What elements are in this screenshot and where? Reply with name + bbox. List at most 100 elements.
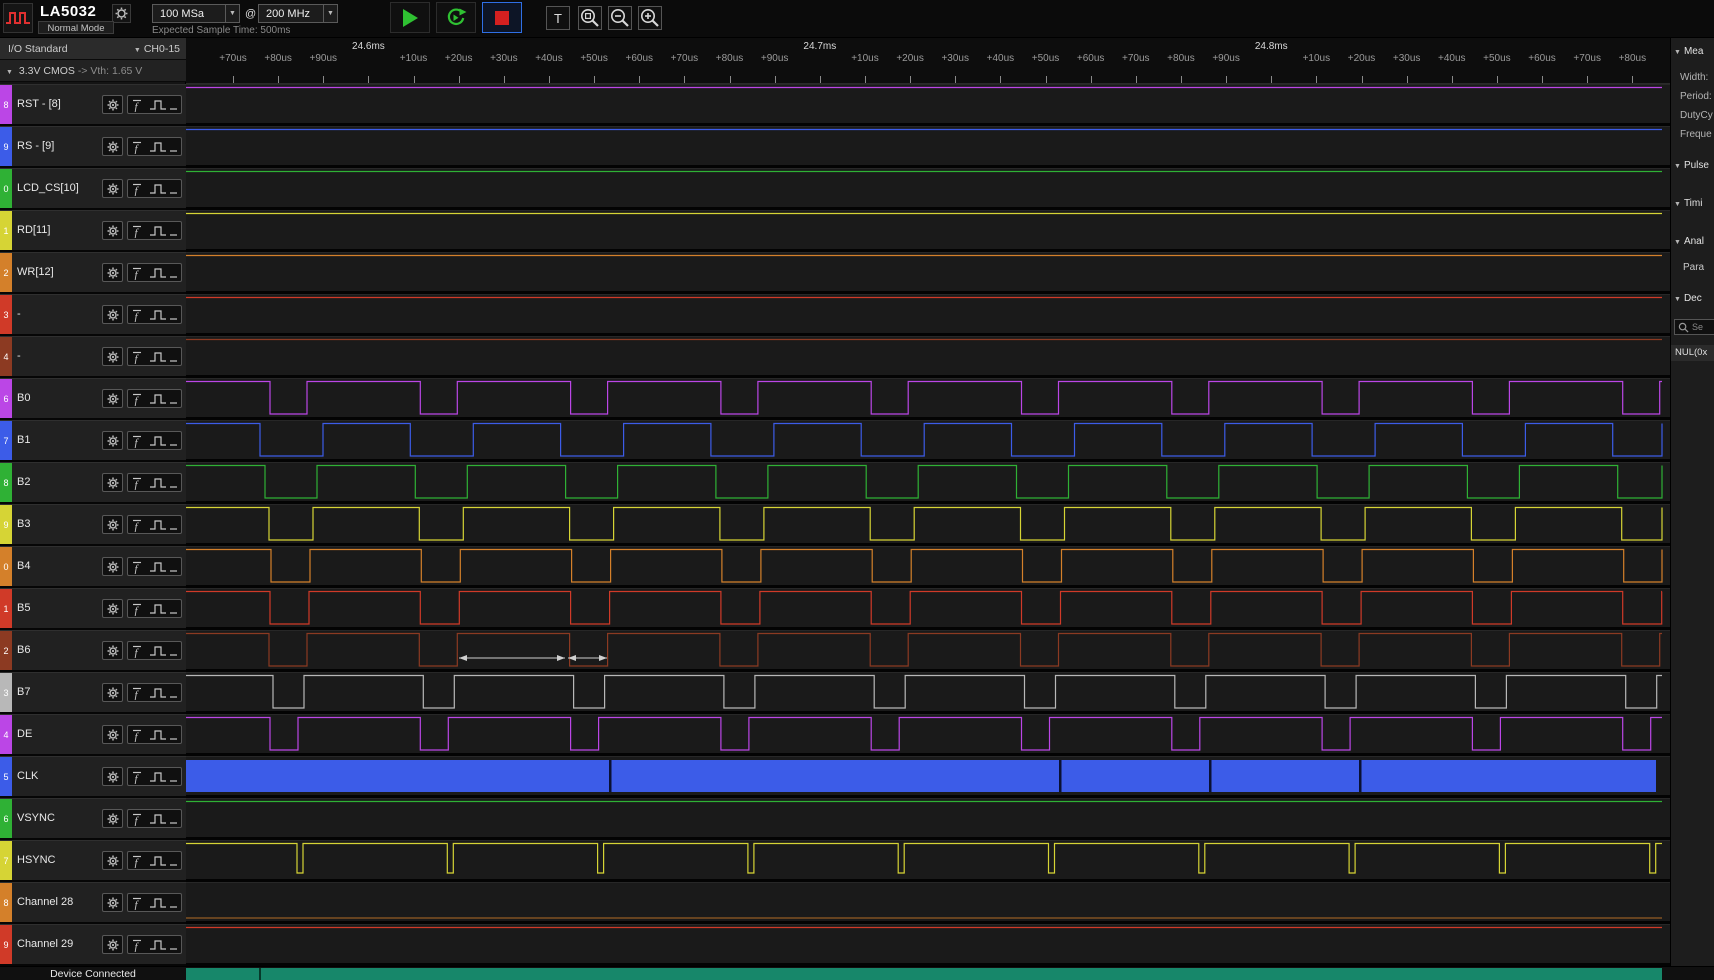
channel-row[interactable]: 8 RST - [8] f	[0, 84, 186, 126]
text-annotation-button[interactable]: T	[546, 6, 570, 30]
channel-trigger-button[interactable]: f	[127, 893, 182, 912]
channel-row[interactable]: 2 B6 f	[0, 630, 186, 672]
waveform-row[interactable]	[186, 294, 1670, 336]
channel-row[interactable]: 9 B3 f	[0, 504, 186, 546]
waveform-row[interactable]	[186, 462, 1670, 504]
channel-settings-button[interactable]	[102, 347, 123, 366]
channel-color-strip[interactable]: 6	[0, 799, 12, 838]
channel-settings-button[interactable]	[102, 767, 123, 786]
channel-color-strip[interactable]: 1	[0, 589, 12, 628]
channel-settings-button[interactable]	[102, 809, 123, 828]
channel-color-strip[interactable]: 9	[0, 925, 12, 964]
channel-row[interactable]: 4- f	[0, 336, 186, 378]
channel-settings-button[interactable]	[102, 893, 123, 912]
panel-section-header[interactable]: ▼ Pulse	[1674, 160, 1709, 171]
waveform-row[interactable]	[186, 672, 1670, 714]
channel-trigger-button[interactable]: f	[127, 851, 182, 870]
channel-row[interactable]: 1 RD[11] f	[0, 210, 186, 252]
channel-settings-button[interactable]	[102, 599, 123, 618]
capture-overview-bar[interactable]	[186, 968, 1662, 980]
channel-settings-button[interactable]	[102, 305, 123, 324]
panel-section-header[interactable]: ▼ Timi	[1674, 198, 1702, 209]
channel-row[interactable]: 0 B4 f	[0, 546, 186, 588]
channel-row[interactable]: 7 B1 f	[0, 420, 186, 462]
channel-trigger-button[interactable]: f	[127, 557, 182, 576]
channel-row[interactable]: 5 CLK f	[0, 756, 186, 798]
channel-color-strip[interactable]: 3	[0, 673, 12, 712]
decoder-search-input[interactable]: Se	[1674, 319, 1714, 335]
channel-settings-button[interactable]	[102, 473, 123, 492]
channel-color-strip[interactable]: 5	[0, 757, 12, 796]
channel-settings-button[interactable]	[102, 641, 123, 660]
repeated-capture-button[interactable]	[436, 2, 476, 33]
channel-trigger-button[interactable]: f	[127, 347, 182, 366]
panel-section-header[interactable]: ▼ Mea	[1674, 46, 1703, 57]
channel-settings-button[interactable]	[102, 179, 123, 198]
channel-settings-button[interactable]	[102, 137, 123, 156]
channel-group-selector[interactable]: ▼ CH0-15	[128, 38, 180, 62]
channel-settings-button[interactable]	[102, 935, 123, 954]
start-capture-button[interactable]	[390, 2, 430, 33]
channel-color-strip[interactable]: 8	[0, 85, 12, 124]
channel-color-strip[interactable]: 0	[0, 547, 12, 586]
channel-color-strip[interactable]: 8	[0, 883, 12, 922]
channel-row[interactable]: 7 HSYNC f	[0, 840, 186, 882]
zoom-out-button[interactable]	[608, 6, 632, 30]
channel-settings-button[interactable]	[102, 851, 123, 870]
channel-settings-button[interactable]	[102, 683, 123, 702]
waveform-row[interactable]	[186, 84, 1670, 126]
channel-trigger-button[interactable]: f	[127, 431, 182, 450]
channel-trigger-button[interactable]: f	[127, 725, 182, 744]
channel-color-strip[interactable]: 4	[0, 337, 12, 376]
waveform-row[interactable]	[186, 126, 1670, 168]
overview-position-marker[interactable]	[259, 968, 261, 980]
channel-color-strip[interactable]: 9	[0, 127, 12, 166]
waveform-row[interactable]	[186, 882, 1670, 924]
measure-arrow[interactable]	[568, 655, 607, 661]
waveform-row[interactable]	[186, 378, 1670, 420]
channel-row[interactable]: 6 VSYNC f	[0, 798, 186, 840]
channel-trigger-button[interactable]: f	[127, 179, 182, 198]
channel-settings-button[interactable]	[102, 431, 123, 450]
zoom-in-button[interactable]	[638, 6, 662, 30]
channel-row[interactable]: 4 DE f	[0, 714, 186, 756]
channel-row[interactable]: 9 Channel 29 f	[0, 924, 186, 966]
zoom-selection-button[interactable]	[578, 6, 602, 30]
waveform-row[interactable]	[186, 630, 1670, 672]
channel-trigger-button[interactable]: f	[127, 767, 182, 786]
waveform-row[interactable]	[186, 798, 1670, 840]
channel-row[interactable]: 8 B2 f	[0, 462, 186, 504]
channel-trigger-button[interactable]: f	[127, 95, 182, 114]
channel-trigger-button[interactable]: f	[127, 935, 182, 954]
stop-capture-button[interactable]	[482, 2, 522, 33]
channel-trigger-button[interactable]: f	[127, 641, 182, 660]
capture-mode-label[interactable]: Normal Mode	[38, 21, 114, 34]
waveform-row[interactable]	[186, 168, 1670, 210]
channel-trigger-button[interactable]: f	[127, 389, 182, 408]
panel-section-header[interactable]: ▼ Dec	[1674, 293, 1702, 304]
device-settings-gear-icon[interactable]	[112, 4, 131, 23]
channel-row[interactable]: 3 B7 f	[0, 672, 186, 714]
decoder-result-item[interactable]: NUL(0x	[1671, 345, 1714, 361]
channel-settings-button[interactable]	[102, 389, 123, 408]
channel-row[interactable]: 8 Channel 28 f	[0, 882, 186, 924]
waveform-row[interactable]	[186, 336, 1670, 378]
channel-trigger-button[interactable]: f	[127, 599, 182, 618]
waveform-row[interactable]	[186, 840, 1670, 882]
waveform-row[interactable]	[186, 546, 1670, 588]
channel-color-strip[interactable]: 7	[0, 841, 12, 880]
io-standard-header[interactable]: I/O Standard ▼ CH0-15	[0, 38, 186, 60]
channel-color-strip[interactable]: 6	[0, 379, 12, 418]
channel-color-strip[interactable]: 4	[0, 715, 12, 754]
clock-rate-dropdown[interactable]: 200 MHz ▼	[258, 4, 338, 23]
channel-trigger-button[interactable]: f	[127, 809, 182, 828]
waveform-row[interactable]	[186, 756, 1670, 798]
waveform-row[interactable]	[186, 420, 1670, 462]
channel-settings-button[interactable]	[102, 95, 123, 114]
channel-row[interactable]: 2 WR[12] f	[0, 252, 186, 294]
measure-arrow[interactable]	[459, 655, 565, 661]
panel-sub-item[interactable]: Para	[1683, 262, 1704, 273]
waveform-row[interactable]	[186, 504, 1670, 546]
channel-color-strip[interactable]: 7	[0, 421, 12, 460]
channel-row[interactable]: 6 B0 f	[0, 378, 186, 420]
